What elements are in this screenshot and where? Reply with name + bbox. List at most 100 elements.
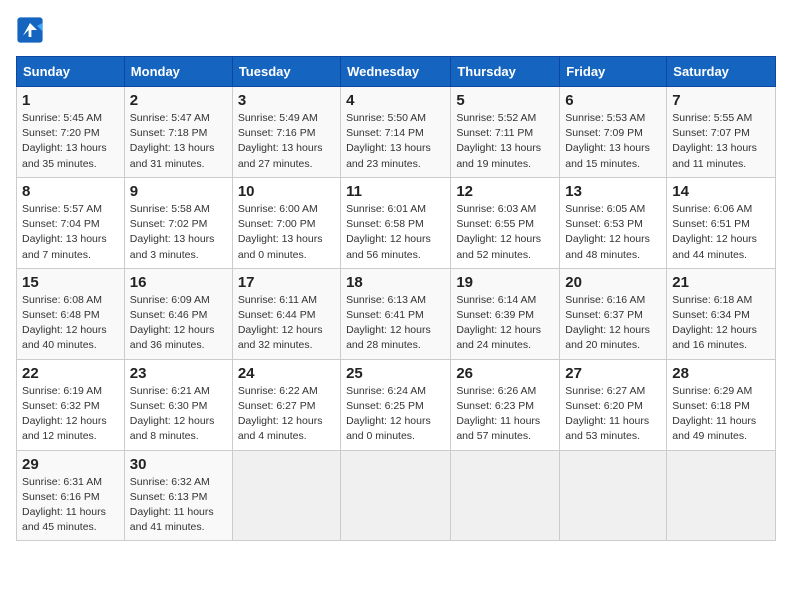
calendar-cell: 12 Sunrise: 6:03 AM Sunset: 6:55 PM Dayli… bbox=[451, 177, 560, 268]
day-number: 11 bbox=[346, 183, 445, 200]
day-number: 30 bbox=[130, 456, 227, 473]
day-number: 14 bbox=[672, 183, 770, 200]
calendar-cell: 29Sunrise: 6:31 AM Sunset: 6:16 PM Dayli… bbox=[17, 450, 125, 541]
calendar-cell bbox=[560, 450, 667, 541]
calendar-cell: 15 Sunrise: 6:08 AM Sunset: 6:48 PM Dayli… bbox=[17, 268, 125, 359]
day-number: 16 bbox=[130, 274, 227, 291]
calendar-cell bbox=[667, 450, 776, 541]
calendar-cell: 4Sunrise: 5:50 AM Sunset: 7:14 PM Daylig… bbox=[341, 87, 451, 178]
day-number: 21 bbox=[672, 274, 770, 291]
day-detail: Sunrise: 6:00 AM Sunset: 7:00 PM Dayligh… bbox=[238, 202, 335, 263]
day-number: 12 bbox=[456, 183, 554, 200]
day-detail: Sunrise: 6:26 AM Sunset: 6:23 PM Dayligh… bbox=[456, 384, 554, 445]
day-detail: Sunrise: 5:53 AM Sunset: 7:09 PM Dayligh… bbox=[565, 111, 661, 172]
logo-icon bbox=[16, 16, 44, 44]
calendar-cell: 3 Sunrise: 5:49 AM Sunset: 7:16 PM Daylig… bbox=[232, 87, 340, 178]
day-detail: Sunrise: 6:16 AM Sunset: 6:37 PM Dayligh… bbox=[565, 293, 661, 354]
day-detail: Sunrise: 6:32 AM Sunset: 6:13 PM Dayligh… bbox=[130, 475, 227, 536]
calendar-cell bbox=[232, 450, 340, 541]
day-number: 3 bbox=[238, 92, 335, 109]
day-number: 22 bbox=[22, 365, 119, 382]
day-detail: Sunrise: 5:57 AM Sunset: 7:04 PM Dayligh… bbox=[22, 202, 119, 263]
calendar-cell: 27 Sunrise: 6:27 AM Sunset: 6:20 PM Dayli… bbox=[560, 359, 667, 450]
day-detail: Sunrise: 6:13 AM Sunset: 6:41 PM Dayligh… bbox=[346, 293, 445, 354]
day-detail: Sunrise: 6:31 AM Sunset: 6:16 PM Dayligh… bbox=[22, 475, 119, 536]
day-detail: Sunrise: 6:19 AM Sunset: 6:32 PM Dayligh… bbox=[22, 384, 119, 445]
day-number: 24 bbox=[238, 365, 335, 382]
calendar-cell: 9 Sunrise: 5:58 AM Sunset: 7:02 PM Daylig… bbox=[124, 177, 232, 268]
calendar-cell: 11Sunrise: 6:01 AM Sunset: 6:58 PM Dayli… bbox=[341, 177, 451, 268]
calendar-row: 1Sunrise: 5:45 AM Sunset: 7:20 PM Daylig… bbox=[17, 87, 776, 178]
calendar-row: 8 Sunrise: 5:57 AM Sunset: 7:04 PM Daylig… bbox=[17, 177, 776, 268]
day-number: 25 bbox=[346, 365, 445, 382]
calendar-cell bbox=[341, 450, 451, 541]
day-detail: Sunrise: 5:50 AM Sunset: 7:14 PM Dayligh… bbox=[346, 111, 445, 172]
day-number: 5 bbox=[456, 92, 554, 109]
calendar-cell: 30 Sunrise: 6:32 AM Sunset: 6:13 PM Dayli… bbox=[124, 450, 232, 541]
day-detail: Sunrise: 6:11 AM Sunset: 6:44 PM Dayligh… bbox=[238, 293, 335, 354]
calendar-cell: 21 Sunrise: 6:18 AM Sunset: 6:34 PM Dayli… bbox=[667, 268, 776, 359]
day-detail: Sunrise: 6:05 AM Sunset: 6:53 PM Dayligh… bbox=[565, 202, 661, 263]
calendar-cell: 24Sunrise: 6:22 AM Sunset: 6:27 PM Dayli… bbox=[232, 359, 340, 450]
day-number: 8 bbox=[22, 183, 119, 200]
page-header bbox=[16, 16, 776, 44]
day-detail: Sunrise: 5:58 AM Sunset: 7:02 PM Dayligh… bbox=[130, 202, 227, 263]
calendar-cell: 8 Sunrise: 5:57 AM Sunset: 7:04 PM Daylig… bbox=[17, 177, 125, 268]
day-number: 15 bbox=[22, 274, 119, 291]
calendar-table: Sunday Monday Tuesday Wednesday Thursday… bbox=[16, 56, 776, 541]
calendar-row: 29Sunrise: 6:31 AM Sunset: 6:16 PM Dayli… bbox=[17, 450, 776, 541]
day-number: 6 bbox=[565, 92, 661, 109]
header-monday: Monday bbox=[124, 57, 232, 87]
calendar-cell: 26 Sunrise: 6:26 AM Sunset: 6:23 PM Dayli… bbox=[451, 359, 560, 450]
day-detail: Sunrise: 5:49 AM Sunset: 7:16 PM Dayligh… bbox=[238, 111, 335, 172]
day-number: 28 bbox=[672, 365, 770, 382]
calendar-cell: 7 Sunrise: 5:55 AM Sunset: 7:07 PM Daylig… bbox=[667, 87, 776, 178]
day-detail: Sunrise: 6:29 AM Sunset: 6:18 PM Dayligh… bbox=[672, 384, 770, 445]
day-number: 20 bbox=[565, 274, 661, 291]
day-detail: Sunrise: 5:52 AM Sunset: 7:11 PM Dayligh… bbox=[456, 111, 554, 172]
day-number: 19 bbox=[456, 274, 554, 291]
calendar-cell: 19Sunrise: 6:14 AM Sunset: 6:39 PM Dayli… bbox=[451, 268, 560, 359]
day-detail: Sunrise: 6:27 AM Sunset: 6:20 PM Dayligh… bbox=[565, 384, 661, 445]
day-detail: Sunrise: 6:06 AM Sunset: 6:51 PM Dayligh… bbox=[672, 202, 770, 263]
calendar-cell: 16 Sunrise: 6:09 AM Sunset: 6:46 PM Dayli… bbox=[124, 268, 232, 359]
day-detail: Sunrise: 6:08 AM Sunset: 6:48 PM Dayligh… bbox=[22, 293, 119, 354]
day-detail: Sunrise: 6:09 AM Sunset: 6:46 PM Dayligh… bbox=[130, 293, 227, 354]
day-number: 18 bbox=[346, 274, 445, 291]
day-number: 10 bbox=[238, 183, 335, 200]
header-sunday: Sunday bbox=[17, 57, 125, 87]
day-number: 7 bbox=[672, 92, 770, 109]
calendar-row: 15 Sunrise: 6:08 AM Sunset: 6:48 PM Dayli… bbox=[17, 268, 776, 359]
calendar-cell: 10 Sunrise: 6:00 AM Sunset: 7:00 PM Dayli… bbox=[232, 177, 340, 268]
calendar-cell: 13Sunrise: 6:05 AM Sunset: 6:53 PM Dayli… bbox=[560, 177, 667, 268]
calendar-cell: 1Sunrise: 5:45 AM Sunset: 7:20 PM Daylig… bbox=[17, 87, 125, 178]
calendar-cell: 2Sunrise: 5:47 AM Sunset: 7:18 PM Daylig… bbox=[124, 87, 232, 178]
header-tuesday: Tuesday bbox=[232, 57, 340, 87]
calendar-cell: 17 Sunrise: 6:11 AM Sunset: 6:44 PM Dayli… bbox=[232, 268, 340, 359]
day-number: 1 bbox=[22, 92, 119, 109]
day-detail: Sunrise: 6:03 AM Sunset: 6:55 PM Dayligh… bbox=[456, 202, 554, 263]
day-number: 9 bbox=[130, 183, 227, 200]
calendar-cell: 18 Sunrise: 6:13 AM Sunset: 6:41 PM Dayli… bbox=[341, 268, 451, 359]
calendar-cell bbox=[451, 450, 560, 541]
calendar-cell: 22 Sunrise: 6:19 AM Sunset: 6:32 PM Dayli… bbox=[17, 359, 125, 450]
day-detail: Sunrise: 6:24 AM Sunset: 6:25 PM Dayligh… bbox=[346, 384, 445, 445]
day-number: 26 bbox=[456, 365, 554, 382]
calendar-cell: 20 Sunrise: 6:16 AM Sunset: 6:37 PM Dayli… bbox=[560, 268, 667, 359]
calendar-cell: 5 Sunrise: 5:52 AM Sunset: 7:11 PM Daylig… bbox=[451, 87, 560, 178]
calendar-cell: 14 Sunrise: 6:06 AM Sunset: 6:51 PM Dayli… bbox=[667, 177, 776, 268]
calendar-cell: 25 Sunrise: 6:24 AM Sunset: 6:25 PM Dayli… bbox=[341, 359, 451, 450]
day-number: 17 bbox=[238, 274, 335, 291]
day-number: 27 bbox=[565, 365, 661, 382]
day-detail: Sunrise: 6:18 AM Sunset: 6:34 PM Dayligh… bbox=[672, 293, 770, 354]
day-detail: Sunrise: 6:21 AM Sunset: 6:30 PM Dayligh… bbox=[130, 384, 227, 445]
day-number: 23 bbox=[130, 365, 227, 382]
calendar-row: 22 Sunrise: 6:19 AM Sunset: 6:32 PM Dayli… bbox=[17, 359, 776, 450]
header-thursday: Thursday bbox=[451, 57, 560, 87]
day-number: 2 bbox=[130, 92, 227, 109]
day-detail: Sunrise: 5:55 AM Sunset: 7:07 PM Dayligh… bbox=[672, 111, 770, 172]
logo bbox=[16, 16, 48, 44]
calendar-cell: 28 Sunrise: 6:29 AM Sunset: 6:18 PM Dayli… bbox=[667, 359, 776, 450]
header-wednesday: Wednesday bbox=[341, 57, 451, 87]
calendar-cell: 6 Sunrise: 5:53 AM Sunset: 7:09 PM Daylig… bbox=[560, 87, 667, 178]
